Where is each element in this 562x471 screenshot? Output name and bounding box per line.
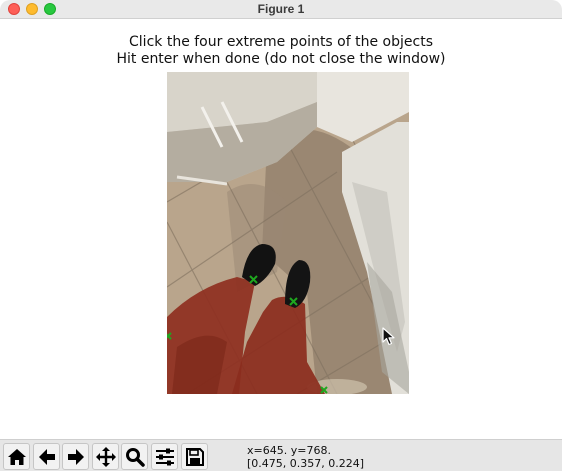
photo-image — [167, 72, 409, 394]
forward-button[interactable] — [62, 443, 89, 470]
figure-title-line2: Hit enter when done (do not close the wi… — [116, 51, 446, 67]
mouse-cursor-icon — [382, 327, 395, 346]
figure-canvas[interactable]: Click the four extreme points of the obj… — [0, 20, 562, 439]
arrow-right-icon — [67, 448, 84, 465]
floppy-disk-icon — [185, 447, 204, 466]
figure-title-line1: Click the four extreme points of the obj… — [129, 34, 433, 50]
move-icon — [95, 446, 116, 467]
back-button[interactable] — [33, 443, 60, 470]
title-bar[interactable]: Figure 1 — [0, 0, 562, 19]
figure-window: Figure 1 Click the four extreme points o… — [0, 0, 562, 471]
cursor-xy: x=645. y=768. — [247, 444, 331, 457]
image-axes[interactable] — [167, 72, 409, 394]
pixel-value: [0.475, 0.357, 0.224] — [247, 457, 365, 470]
pan-button[interactable] — [92, 443, 119, 470]
magnifier-icon — [125, 447, 145, 467]
sliders-icon — [155, 448, 174, 465]
save-button[interactable] — [181, 443, 208, 470]
home-icon — [7, 448, 26, 465]
configure-subplots-button[interactable] — [151, 443, 178, 470]
cursor-coordinates-readout: x=645. y=768. [0.475, 0.357, 0.224] — [247, 444, 364, 470]
window-title: Figure 1 — [257, 2, 305, 16]
home-button[interactable] — [3, 443, 30, 470]
arrow-left-icon — [38, 448, 55, 465]
zoom-button[interactable] — [121, 443, 148, 470]
